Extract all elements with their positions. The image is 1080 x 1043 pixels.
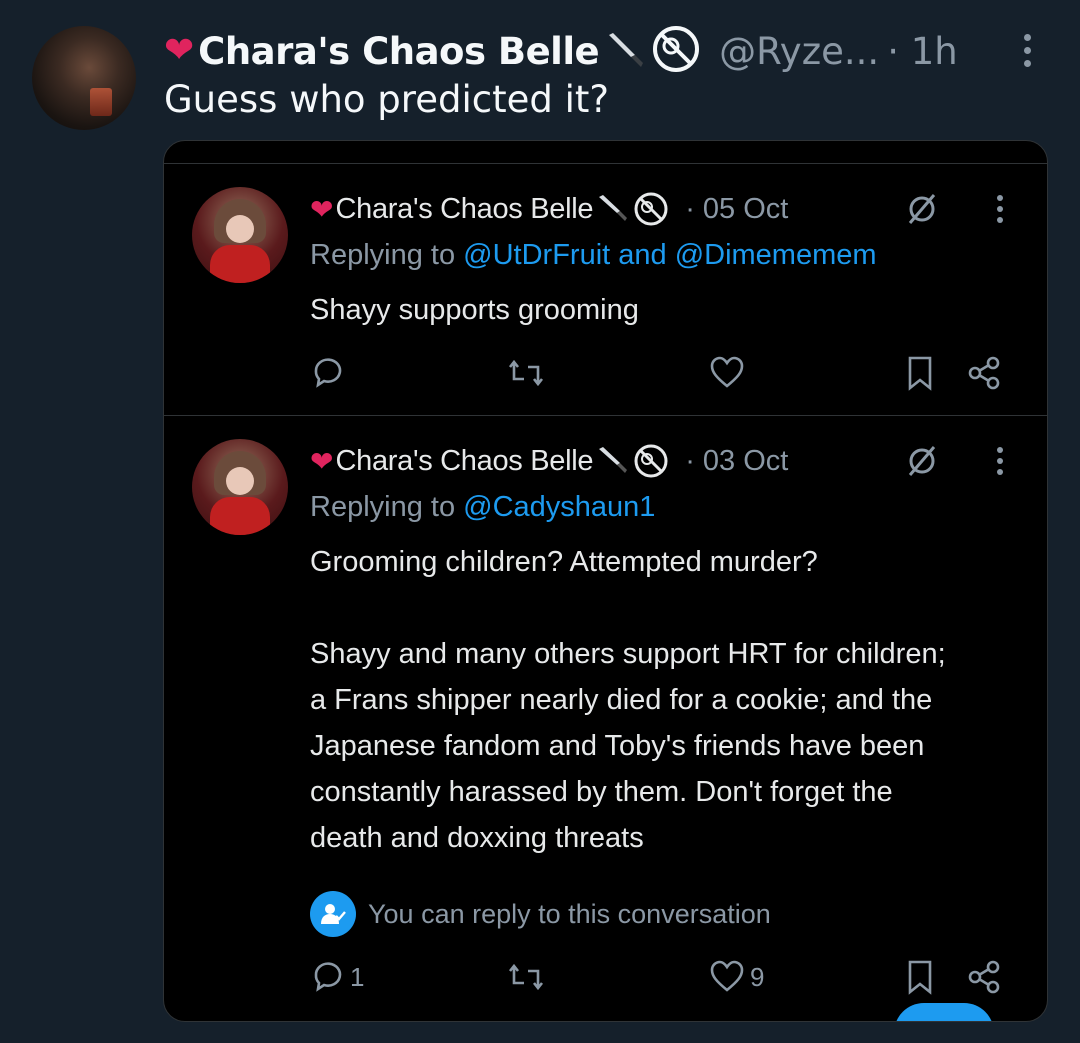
post2-body-line: Shayy and many others support HRT for ch… <box>310 638 946 670</box>
post1-more-icon <box>996 195 1004 228</box>
attached-screenshot[interactable]: ❤ Chara's Chaos Belle · 05 Oct Replying … <box>163 140 1048 1022</box>
post2-header: ❤ Chara's Chaos Belle · 03 Oct <box>310 441 788 481</box>
post2-more-icon <box>996 447 1004 480</box>
retweet-icon <box>506 959 546 995</box>
tweet-header: ❤ Chara's Chaos Belle @Ryze... · 1h <box>164 26 1040 76</box>
author-display-name[interactable]: Chara's Chaos Belle <box>198 30 599 73</box>
post1-mentions: @UtDrFruit and @Dimememem <box>463 239 877 271</box>
share-icon <box>966 355 1002 391</box>
post1-header: ❤ Chara's Chaos Belle · 05 Oct <box>310 189 788 229</box>
reply-count: 1 <box>350 961 365 992</box>
author-handle[interactable]: @Ryze... <box>719 30 879 73</box>
post1-actions <box>310 355 1007 395</box>
post2-body-line: Grooming children? Attempted murder? <box>310 546 818 578</box>
post2-body: Grooming children? Attempted murder? Sha… <box>310 539 946 861</box>
red-heart-emoji-icon: ❤ <box>164 30 195 71</box>
share-icon <box>966 959 1002 995</box>
red-heart-emoji-icon: ❤ <box>310 193 334 225</box>
tweet-timestamp[interactable]: · 1h <box>887 30 958 73</box>
post2-replying-to: Replying to @Cadyshaun1 <box>310 491 655 524</box>
prohibited-emoji-icon <box>634 444 668 478</box>
post2-actions: 1 9 <box>310 959 1007 999</box>
prohibited-emoji-icon <box>649 24 703 78</box>
retweet-icon <box>506 355 546 391</box>
tweet-page: ❤ Chara's Chaos Belle @Ryze... · 1h Gues… <box>0 0 1080 1043</box>
knife-emoji-icon <box>599 447 628 473</box>
red-heart-emoji-icon: ❤ <box>310 445 334 477</box>
more-options-icon[interactable] <box>1022 34 1032 73</box>
post1-body-line: Shayy supports grooming <box>310 294 639 326</box>
grok-icon <box>908 194 936 224</box>
replying-prefix: Replying to <box>310 239 464 271</box>
avatar-glass-detail <box>90 88 112 116</box>
post2-date: · 03 Oct <box>685 444 789 477</box>
reply-icon <box>314 962 342 992</box>
post2-body-line: a Frans shipper nearly died for a cookie… <box>310 684 933 716</box>
bookmark-icon <box>904 355 936 391</box>
post2-avatar <box>192 439 288 535</box>
post2-body-line: constantly harassed by them. Don't forge… <box>310 776 893 808</box>
bookmark-icon <box>904 959 936 995</box>
like-action: 9 <box>708 959 764 995</box>
post2-body-line: Japanese fandom and Toby's friends have … <box>310 730 925 762</box>
screenshot-top-divider <box>164 163 1047 164</box>
like-count: 9 <box>750 961 765 992</box>
like-icon <box>708 355 746 391</box>
prohibited-emoji-icon <box>634 192 668 226</box>
reply-icon <box>310 355 346 391</box>
user-check-icon <box>310 891 356 937</box>
like-icon <box>710 960 744 992</box>
post1-date: · 05 Oct <box>685 192 789 225</box>
reply-hint-text: You can reply to this conversation <box>368 898 771 929</box>
post1-author-name: Chara's Chaos Belle <box>335 192 594 225</box>
post1-replying-to: Replying to @UtDrFruit and @Dimememem <box>310 239 877 272</box>
knife-emoji-icon <box>599 195 628 221</box>
post2-body-line: death and doxxing threats <box>310 822 644 854</box>
tweet-text: Guess who predicted it? <box>164 78 610 121</box>
reply-permission-hint: You can reply to this conversation <box>310 891 771 937</box>
compose-fab-partial <box>894 1003 994 1021</box>
knife-emoji-icon <box>605 29 645 73</box>
post2-author-name: Chara's Chaos Belle <box>335 444 594 477</box>
replying-prefix: Replying to <box>310 491 464 523</box>
post1-body: Shayy supports grooming <box>310 287 639 333</box>
grok-icon <box>908 446 936 476</box>
post2-mentions: @Cadyshaun1 <box>463 491 656 523</box>
post-divider <box>164 415 1047 416</box>
author-avatar[interactable] <box>32 26 136 130</box>
reply-action: 1 <box>310 959 364 995</box>
post1-avatar <box>192 187 288 283</box>
